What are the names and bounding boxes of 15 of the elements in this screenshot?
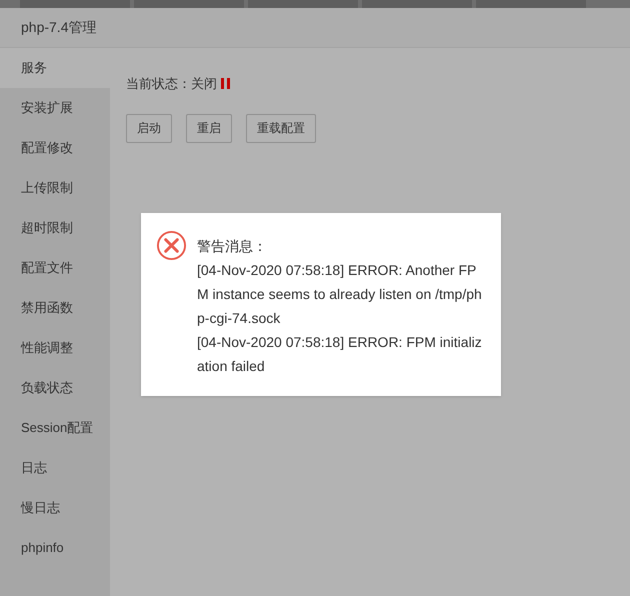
error-icon <box>156 230 187 261</box>
background-tab[interactable] <box>248 0 358 8</box>
error-message: [04-Nov-2020 07:58:18] ERROR: FPM initialization failed <box>197 333 483 376</box>
background-tab[interactable] <box>134 0 244 8</box>
background-tab[interactable] <box>476 0 586 8</box>
action-button[interactable]: 重载配置 <box>246 114 316 142</box>
error-message: [04-Nov-2020 07:58:18] ERROR: Another FPM instance seems to already listen on /tmp/php-cgi-74.sock <box>197 261 483 328</box>
background-tab[interactable] <box>362 0 472 8</box>
alert-title: 警告消息： <box>197 237 268 256</box>
action-button[interactable]: 重启 <box>186 114 232 142</box>
background-tab[interactable] <box>20 0 130 8</box>
action-button[interactable]: 启动 <box>126 114 172 142</box>
sidebar-item[interactable]: 服务 <box>0 48 110 88</box>
status-text: 当前状态：关闭 <box>126 75 217 93</box>
window-title: php-7.4管理 <box>21 18 96 37</box>
